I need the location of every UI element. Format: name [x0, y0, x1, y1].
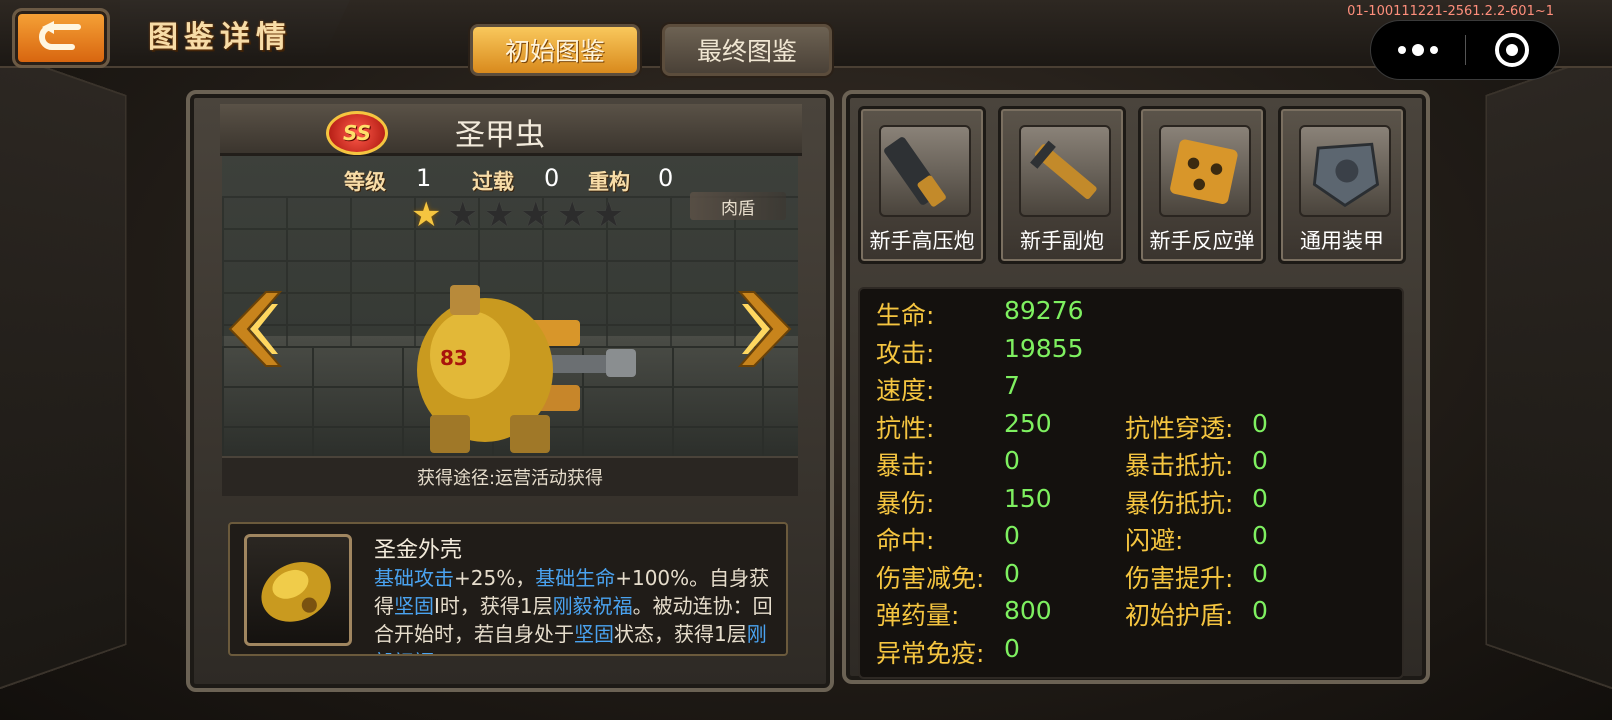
- attr-label: 暴伤抵抗:: [1125, 488, 1234, 518]
- overload-label: 过载: [472, 170, 514, 194]
- corridor-wall-left: [0, 40, 127, 700]
- attr-value: 7: [1004, 371, 1020, 400]
- level-value: 1: [416, 164, 432, 192]
- equip-label: 新手高压炮: [869, 229, 975, 253]
- equip-label: 新手反应弹: [1149, 229, 1255, 253]
- rebuild-value: 0: [658, 164, 674, 192]
- level-label: 等级: [344, 170, 386, 194]
- rebuild-label: 重构: [588, 170, 630, 194]
- rifle-icon: [1019, 125, 1111, 217]
- equip-label: 新手副炮: [1020, 229, 1104, 253]
- star-icon: ★: [593, 195, 624, 235]
- attr-value: 0: [1252, 446, 1268, 475]
- attr-label: 弹药量:: [876, 601, 960, 630]
- attr-label: 抗性穿透:: [1125, 413, 1234, 443]
- overload-value: 0: [544, 164, 560, 192]
- attr-value: 800: [1004, 596, 1052, 625]
- attr-label: 伤害提升:: [1125, 563, 1234, 593]
- skill-keyword: 基础攻击: [374, 566, 454, 590]
- version-string: 01-100111221-2561.2.2-601~1: [1347, 4, 1554, 19]
- page-title: 图鉴详情: [148, 20, 292, 55]
- skill-text: 状态，获得1层: [614, 622, 747, 646]
- attr-label: 生命:: [876, 301, 935, 330]
- attr-value: 0: [1252, 558, 1268, 588]
- dot-icon: [1429, 46, 1438, 54]
- attr-value: 150: [1004, 483, 1052, 513]
- skill-keyword: 坚固: [574, 622, 614, 646]
- skill-keyword: 刚毅祝福: [552, 594, 633, 618]
- attr-label: 速度:: [876, 376, 935, 405]
- attr-label: 命中:: [876, 526, 935, 555]
- skill-card: 圣金外壳 基础攻击+25%，基础生命+100%。自身获得坚固I时，获得1层刚毅祝…: [228, 522, 788, 656]
- attr-value: 250: [1004, 408, 1052, 438]
- target-circle-icon: [1495, 33, 1530, 67]
- equip-label: 通用装甲: [1300, 229, 1384, 253]
- svg-text:83: 83: [440, 346, 468, 370]
- attr-value: 0: [1004, 633, 1020, 663]
- attr-value: 0: [1004, 521, 1020, 550]
- star-icon: ★: [520, 195, 551, 235]
- skill-text: +25%，: [454, 566, 536, 590]
- equip-slot-armor[interactable]: 通用装甲: [1278, 106, 1406, 264]
- equip-slot-cannon[interactable]: 新手高压炮: [858, 106, 986, 264]
- attr-label: 暴击:: [876, 451, 935, 480]
- back-button[interactable]: [12, 8, 110, 68]
- tab-initial-codex[interactable]: 初始图鉴: [470, 24, 640, 76]
- attr-label: 异常免疫:: [876, 638, 985, 668]
- golden-shell-skill-icon: [244, 534, 352, 646]
- return-arrow-icon: [39, 21, 81, 50]
- armor-icon: [1299, 125, 1391, 217]
- attr-value: 0: [1252, 521, 1268, 550]
- star-icon: ★: [483, 195, 515, 235]
- star-icon: ★: [411, 195, 442, 235]
- equip-slot-reactive-missile[interactable]: 新手反应弹: [1138, 106, 1266, 264]
- equip-slot-secondary-gun[interactable]: 新手副炮: [998, 106, 1126, 264]
- scarab-mech-sprite: 83: [417, 285, 636, 453]
- tab-final-codex[interactable]: 最终图鉴: [662, 24, 832, 76]
- cannon-icon: [879, 125, 971, 217]
- star-icon: ★: [447, 195, 478, 235]
- attr-label: 闪避:: [1125, 526, 1184, 555]
- rank-badge: SS: [326, 111, 388, 155]
- attr-label: 伤害减免:: [876, 563, 985, 593]
- attr-value: 0: [1004, 558, 1020, 588]
- star-icon: ★: [556, 195, 588, 235]
- attr-value: 89276: [1004, 296, 1084, 325]
- corridor-wall-right: [1485, 40, 1612, 700]
- dot-icon: [1397, 46, 1406, 54]
- skill-keyword: 基础生命: [535, 566, 616, 590]
- role-tag: 肉盾: [690, 192, 786, 220]
- source-text: 获得途径:运营活动获得: [222, 456, 798, 496]
- attr-label: 暴伤:: [876, 488, 935, 518]
- mech-name: 圣甲虫: [455, 118, 545, 153]
- skill-keyword: 坚固: [394, 594, 434, 618]
- attr-value: 0: [1252, 408, 1268, 438]
- next-mech-arrow[interactable]: [736, 290, 794, 368]
- attr-value: 0: [1252, 483, 1268, 513]
- missile-pod-icon: [1159, 125, 1251, 217]
- attr-value: 0: [1252, 596, 1268, 625]
- skill-name: 圣金外壳: [374, 538, 463, 563]
- attr-value: 0: [1004, 446, 1020, 475]
- star-rating: ★ ★ ★ ★ ★ ★: [411, 198, 624, 232]
- dot-icon: [1411, 44, 1424, 56]
- attr-label: 攻击:: [876, 338, 935, 368]
- attr-label: 抗性:: [876, 413, 935, 443]
- miniprogram-capsule: [1370, 20, 1560, 80]
- attr-label: 初始护盾:: [1125, 601, 1234, 630]
- previous-mech-arrow[interactable]: [226, 290, 284, 368]
- attr-label: 暴击抵抗:: [1125, 451, 1234, 480]
- close-miniprogram-button[interactable]: [1466, 21, 1560, 79]
- more-menu-button[interactable]: [1371, 21, 1465, 79]
- attr-value: 19855: [1004, 333, 1084, 363]
- skill-text: I时，获得1层: [434, 594, 553, 618]
- skill-description: 基础攻击+25%，基础生命+100%。自身获得坚固I时，获得1层刚毅祝福。被动连…: [374, 564, 774, 654]
